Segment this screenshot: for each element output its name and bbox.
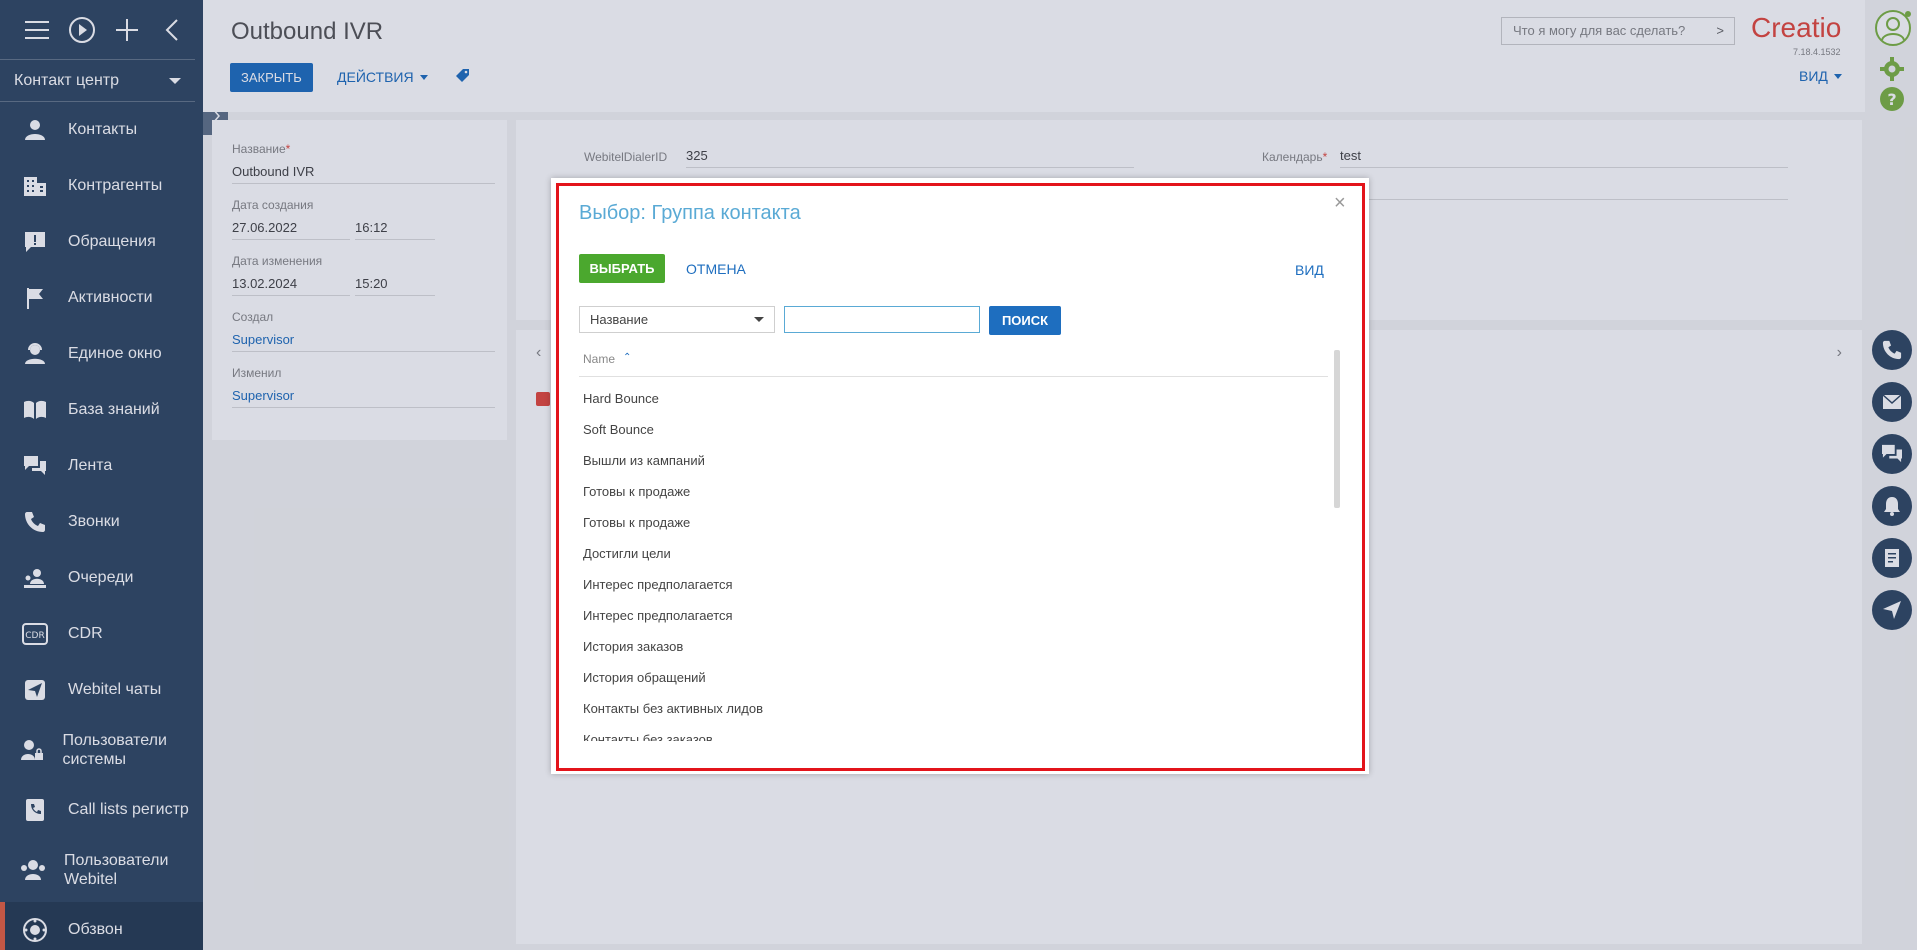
list-item[interactable]: Контакты без активных лидов	[579, 695, 1328, 726]
filter-column-value: Название	[590, 312, 649, 327]
list-item[interactable]: Готовы к продаже	[579, 478, 1328, 509]
close-icon[interactable]: ×	[1334, 192, 1346, 215]
search-button[interactable]: ПОИСК	[989, 306, 1061, 335]
lookup-grid: Hard Bounce Soft Bounce Вышли из кампани…	[579, 385, 1328, 741]
list-item[interactable]: Вышли из кампаний	[579, 447, 1328, 478]
select-button[interactable]: ВЫБРАТЬ	[579, 254, 665, 283]
modal-view-button[interactable]: ВИД	[1295, 262, 1324, 278]
list-item[interactable]: Интерес предполагается	[579, 571, 1328, 602]
list-item[interactable]: Hard Bounce	[579, 385, 1328, 416]
list-item[interactable]: Soft Bounce	[579, 416, 1328, 447]
list-item[interactable]: Достигли цели	[579, 540, 1328, 571]
list-item[interactable]: История заказов	[579, 633, 1328, 664]
list-item[interactable]: История обращений	[579, 664, 1328, 695]
cancel-button[interactable]: ОТМЕНА	[686, 261, 746, 277]
grid-scrollbar[interactable]	[1334, 350, 1340, 508]
chevron-down-icon	[754, 317, 764, 322]
sort-ascending-icon[interactable]: ⌃	[623, 352, 631, 363]
list-item[interactable]: Контакты без заказов	[579, 726, 1328, 741]
filter-column-select[interactable]: Название	[579, 306, 775, 333]
column-header-name[interactable]: Name	[583, 352, 615, 366]
list-item[interactable]: Готовы к продаже	[579, 509, 1328, 540]
grid-header[interactable]: Name ⌃	[579, 352, 1328, 377]
list-item[interactable]: Интерес предполагается	[579, 602, 1328, 633]
search-input[interactable]	[784, 306, 980, 333]
modal-title: Выбор: Группа контакта	[579, 202, 801, 224]
